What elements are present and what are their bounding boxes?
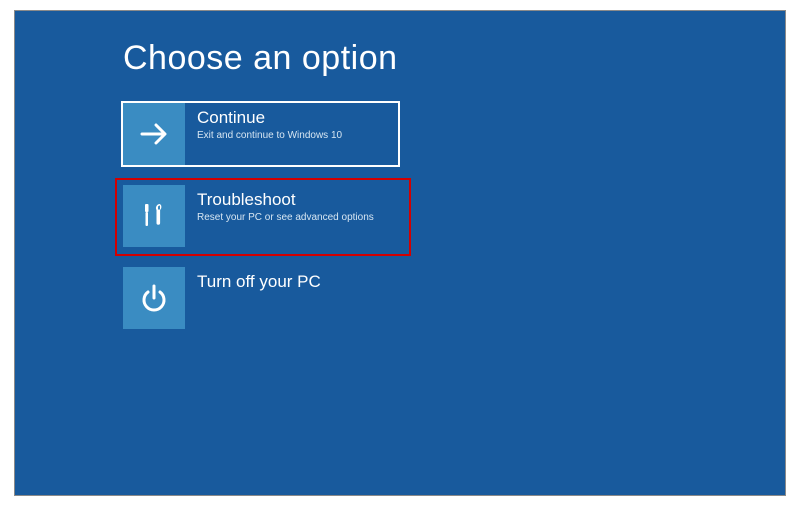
recovery-screen: Choose an option Continue Exit and conti… — [14, 10, 786, 496]
tools-icon — [123, 185, 185, 247]
arrow-right-icon — [123, 103, 185, 165]
option-title: Continue — [197, 109, 342, 128]
option-text: Troubleshoot Reset your PC or see advanc… — [185, 185, 382, 224]
page-title: Choose an option — [123, 39, 398, 78]
option-title: Turn off your PC — [197, 273, 321, 292]
power-icon — [123, 267, 185, 329]
options-list: Continue Exit and continue to Windows 10 — [123, 103, 413, 349]
option-turnoff[interactable]: Turn off your PC — [123, 267, 398, 329]
option-troubleshoot[interactable]: Troubleshoot Reset your PC or see advanc… — [123, 185, 398, 247]
option-continue[interactable]: Continue Exit and continue to Windows 10 — [123, 103, 398, 165]
option-text: Continue Exit and continue to Windows 10 — [185, 103, 350, 142]
option-title: Troubleshoot — [197, 191, 374, 210]
option-text: Turn off your PC — [185, 267, 329, 294]
option-subtitle: Reset your PC or see advanced options — [197, 212, 374, 224]
option-subtitle: Exit and continue to Windows 10 — [197, 130, 342, 142]
